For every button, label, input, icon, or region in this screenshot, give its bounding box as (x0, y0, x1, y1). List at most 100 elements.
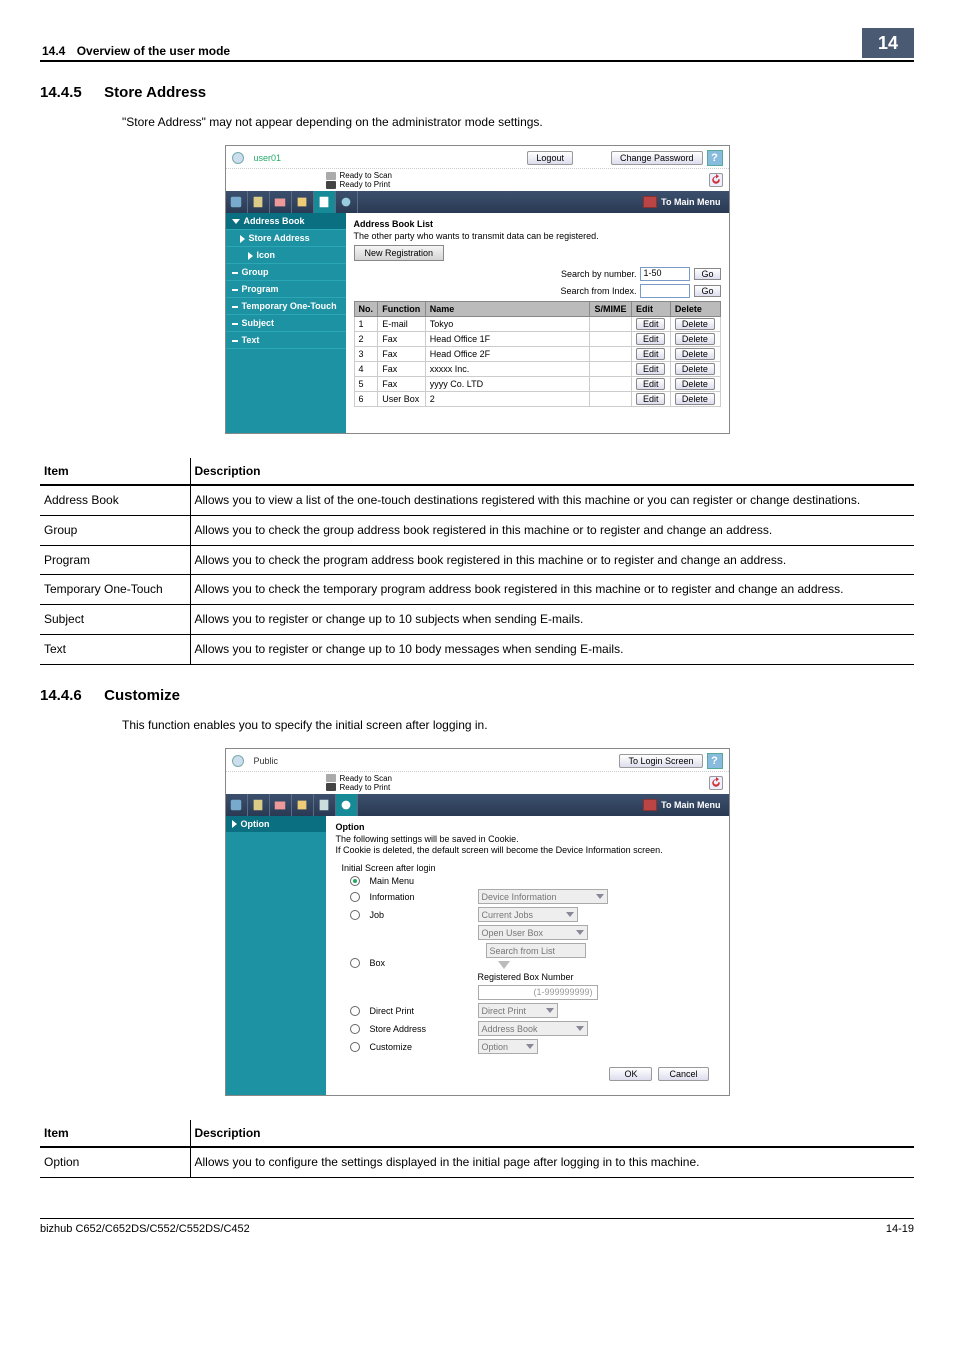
status-print: Ready to Print (340, 180, 391, 189)
tab-job-icon-2[interactable] (248, 794, 270, 816)
sidebar-item-temp-onetouch[interactable]: Temporary One-Touch (226, 298, 346, 315)
tab-info-icon-2[interactable] (226, 794, 248, 816)
radio-store-address[interactable] (350, 1024, 360, 1034)
dropdown-box-2[interactable]: Search from List (486, 943, 586, 958)
delete-button[interactable]: Delete (675, 333, 715, 345)
tab-strip: To Main Menu (226, 191, 729, 213)
edit-button[interactable]: Edit (636, 393, 666, 405)
edit-button[interactable]: Edit (636, 333, 666, 345)
delete-button[interactable]: Delete (675, 348, 715, 360)
change-password-button[interactable]: Change Password (611, 151, 703, 165)
dropdown-store-address[interactable]: Address Book (478, 1021, 588, 1036)
main-menu-icon (643, 196, 657, 208)
tab-address-icon[interactable] (314, 191, 336, 213)
main-menu-button[interactable]: To Main Menu (635, 191, 728, 213)
radio-box[interactable] (350, 958, 360, 968)
arrow-down-icon (498, 961, 510, 969)
sidebar-item-text[interactable]: Text (226, 332, 346, 349)
ok-button[interactable]: OK (609, 1067, 652, 1081)
tab-customize-icon-2[interactable] (336, 794, 358, 816)
radio-main-menu[interactable] (350, 876, 360, 886)
tab-print-icon-2[interactable] (292, 794, 314, 816)
refresh-icon-2[interactable] (709, 776, 723, 790)
footer-page: 14-19 (886, 1223, 914, 1235)
sidebar-item-group[interactable]: Group (226, 264, 346, 281)
refresh-icon[interactable] (709, 173, 723, 187)
top-header: 14.4 Overview of the user mode 14 (40, 28, 914, 62)
section-heading-store-address: 14.4.5 Store Address (40, 84, 914, 101)
tab-job-icon[interactable] (248, 191, 270, 213)
status-scan-2: Ready to Scan (340, 774, 392, 783)
edit-button[interactable]: Edit (636, 348, 666, 360)
edit-button[interactable]: Edit (636, 363, 666, 375)
heading-num: 14.4.5 (40, 84, 100, 101)
col-no: No. (354, 302, 378, 317)
delete-button[interactable]: Delete (675, 318, 715, 330)
edit-button[interactable]: Edit (636, 378, 666, 390)
th-desc: Description (190, 458, 914, 485)
login-screen-button[interactable]: To Login Screen (619, 754, 702, 768)
description-table-1: Item Description Address BookAllows you … (40, 458, 914, 665)
tab-customize-icon[interactable] (336, 191, 358, 213)
radio-customize[interactable] (350, 1042, 360, 1052)
number-range-select[interactable]: 1-50 (640, 267, 690, 281)
tab-print-icon[interactable] (292, 191, 314, 213)
dropdown-box-1[interactable]: Open User Box (478, 925, 588, 940)
tab-box-icon[interactable] (270, 191, 292, 213)
tab-info-icon[interactable] (226, 191, 248, 213)
status-scan: Ready to Scan (340, 171, 392, 180)
go-button-2[interactable]: Go (694, 285, 720, 297)
delete-button[interactable]: Delete (675, 393, 715, 405)
sidebar-item-subject[interactable]: Subject (226, 315, 346, 332)
sidebar-item-address-book[interactable]: Address Book (226, 213, 346, 230)
tab-address-icon-2[interactable] (314, 794, 336, 816)
sidebar-item-program[interactable]: Program (226, 281, 346, 298)
main-panel-2: Option The following settings will be sa… (326, 816, 729, 1095)
screenshot-customize: Public To Login Screen ? Ready to Scan R… (40, 748, 914, 1096)
go-button-1[interactable]: Go (694, 268, 720, 280)
table-row: OptionAllows you to configure the settin… (40, 1147, 914, 1177)
cancel-button[interactable]: Cancel (658, 1067, 708, 1081)
table-row: 1E-mailTokyoEditDelete (354, 317, 720, 332)
col-delete: Delete (670, 302, 720, 317)
status-print-2: Ready to Print (340, 783, 391, 792)
index-select[interactable] (640, 284, 690, 298)
logout-button[interactable]: Logout (527, 151, 573, 165)
col-smime: S/MIME (590, 302, 631, 317)
radio-information[interactable] (350, 892, 360, 902)
registered-box-input[interactable]: (1-999999999) (478, 985, 598, 1000)
radio-job[interactable] (350, 910, 360, 920)
panel-note: The other party who wants to transmit da… (354, 231, 721, 241)
sidebar-item-store-address[interactable]: Store Address (226, 230, 346, 247)
help-icon[interactable]: ? (707, 150, 723, 166)
edit-button[interactable]: Edit (636, 318, 666, 330)
radio-direct-print[interactable] (350, 1006, 360, 1016)
table-row: 5Faxyyyy Co. LTDEditDelete (354, 377, 720, 392)
chapter-badge: 14 (862, 28, 914, 58)
label-store-address: Store Address (370, 1024, 470, 1034)
section-title: Overview of the user mode (77, 44, 230, 58)
initial-screen-label: Initial Screen after login (342, 863, 719, 873)
delete-button[interactable]: Delete (675, 378, 715, 390)
sidebar-item-option[interactable]: Option (226, 816, 326, 832)
dropdown-direct-print[interactable]: Direct Print (478, 1003, 558, 1018)
help-icon-2[interactable]: ? (707, 753, 723, 769)
printer-icon (326, 181, 336, 189)
dropdown-job[interactable]: Current Jobs (478, 907, 578, 922)
main-menu-label-2: To Main Menu (661, 800, 720, 810)
th-item-2: Item (40, 1120, 190, 1147)
new-registration-button[interactable]: New Registration (354, 245, 445, 261)
main-menu-button-2[interactable]: To Main Menu (635, 794, 728, 816)
label-information: Information (370, 892, 470, 902)
sidebar-item-icon[interactable]: Icon (226, 247, 346, 264)
section-number: 14.4 (42, 44, 65, 58)
dropdown-information[interactable]: Device Information (478, 889, 608, 904)
tab-strip-2: To Main Menu (226, 794, 729, 816)
dropdown-customize[interactable]: Option (478, 1039, 538, 1054)
sidebar-2: Option (226, 816, 326, 1095)
col-name: Name (425, 302, 590, 317)
label-box: Box (370, 958, 470, 968)
tab-box-icon-2[interactable] (270, 794, 292, 816)
delete-button[interactable]: Delete (675, 363, 715, 375)
table-row: 3FaxHead Office 2FEditDelete (354, 347, 720, 362)
